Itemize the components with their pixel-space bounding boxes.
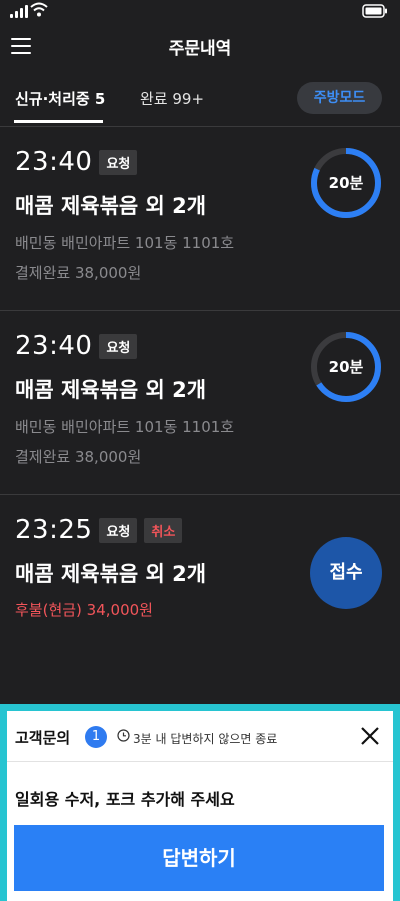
order-payment: 결제완료 38,000원 <box>15 448 142 466</box>
order-time: 23:40 <box>15 331 93 361</box>
order-card[interactable]: 23:40 요청 매콤 제육볶음 외 2개 배민동 배민아파트 101동 110… <box>0 127 400 311</box>
request-badge: 요청 <box>99 517 138 543</box>
inquiry-content: 고객문의 1 3분 내 답변하지 않으면 종료 일회용 수저, 포크 추가해 주… <box>7 711 393 901</box>
order-tabs: 신규·처리중 5 완료 99+ 주방모드 <box>0 70 400 127</box>
order-payment: 결제완료 38,000원 <box>15 264 142 282</box>
app-header: 주문내역 <box>0 24 400 70</box>
timer-label: 20분 <box>328 174 364 192</box>
inquiry-count-badge: 1 <box>85 726 107 748</box>
accept-order-button[interactable]: 접수 <box>310 537 382 609</box>
order-menu: 매콤 제육볶음 외 2개 <box>15 194 207 218</box>
order-time-row: 23:40 요청 <box>15 147 138 177</box>
inquiry-message: 일회용 수저, 포크 추가해 주세요 <box>15 790 235 809</box>
timer-label: 20분 <box>328 358 364 376</box>
order-time-row: 23:25 요청 취소 <box>15 515 183 545</box>
status-bar <box>0 0 400 24</box>
inquiry-header: 고객문의 1 3분 내 답변하지 않으면 종료 <box>7 711 393 762</box>
tab-completed[interactable]: 완료 99+ <box>140 88 204 109</box>
order-address: 배민동 배민아파트 101동 1101호 <box>15 234 235 252</box>
active-tab-underline <box>14 120 103 123</box>
clock-icon <box>117 729 130 742</box>
reply-button[interactable]: 답변하기 <box>14 825 384 891</box>
order-payment: 후불(현금) 34,000원 <box>15 601 153 619</box>
cellular-signal-icon <box>10 5 28 18</box>
order-menu: 매콤 제육볶음 외 2개 <box>15 562 207 586</box>
cooking-timer[interactable]: 20분 <box>310 331 382 403</box>
order-card[interactable]: 23:40 요청 매콤 제육볶음 외 2개 배민동 배민아파트 101동 110… <box>0 311 400 495</box>
order-time-row: 23:40 요청 <box>15 331 138 361</box>
inquiry-title: 고객문의 <box>15 729 71 747</box>
customer-inquiry-panel: 고객문의 1 3분 내 답변하지 않으면 종료 일회용 수저, 포크 추가해 주… <box>0 704 400 901</box>
wifi-icon <box>30 2 48 17</box>
order-card[interactable]: 23:25 요청 취소 매콤 제육볶음 외 2개 후불(현금) 34,000원 … <box>0 495 400 645</box>
order-time: 23:40 <box>15 147 93 177</box>
order-menu: 매콤 제육볶음 외 2개 <box>15 378 207 402</box>
tab-new-processing[interactable]: 신규·처리중 5 <box>15 88 105 109</box>
kitchen-mode-button[interactable]: 주방모드 <box>297 82 382 114</box>
inquiry-time-notice: 3분 내 답변하지 않으면 종료 <box>133 732 278 746</box>
close-icon[interactable] <box>359 725 381 747</box>
request-badge: 요청 <box>99 333 138 359</box>
page-title: 주문내역 <box>168 39 232 59</box>
battery-icon <box>362 4 387 18</box>
cooking-timer[interactable]: 20분 <box>310 147 382 219</box>
request-badge: 요청 <box>99 149 138 175</box>
cancel-badge: 취소 <box>144 517 183 543</box>
order-time: 23:25 <box>15 515 93 545</box>
order-address: 배민동 배민아파트 101동 1101호 <box>15 418 235 436</box>
